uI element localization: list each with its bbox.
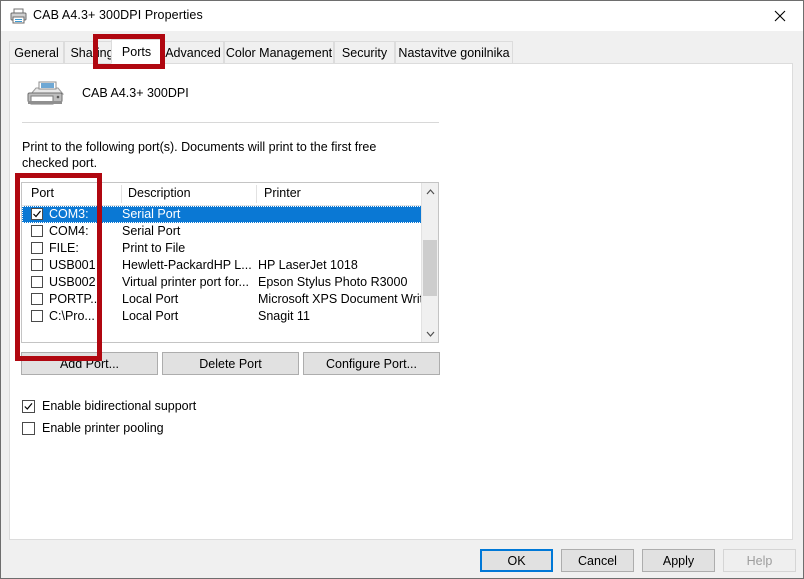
port-name: PORTP... <box>49 292 101 306</box>
cancel-button[interactable]: Cancel <box>561 549 634 572</box>
port-description: Serial Port <box>122 207 180 221</box>
table-row[interactable]: USB002 Virtual printer port for... Epson… <box>22 274 438 291</box>
port-name: COM3: <box>49 207 89 221</box>
port-checkbox[interactable] <box>31 242 43 254</box>
tab-advanced[interactable]: Advanced <box>162 41 224 63</box>
scroll-down-icon[interactable] <box>422 325 438 342</box>
close-icon[interactable] <box>757 1 803 30</box>
column-separator[interactable] <box>121 185 122 203</box>
printer-properties-dialog: CAB A4.3+ 300DPI Properties General Shar… <box>0 0 804 579</box>
title-bar: CAB A4.3+ 300DPI Properties <box>1 1 803 32</box>
checkbox-box <box>22 400 35 413</box>
ok-button[interactable]: OK <box>480 549 553 572</box>
table-row[interactable]: FILE: Print to File <box>22 240 438 257</box>
apply-button[interactable]: Apply <box>642 549 715 572</box>
ports-list-body: COM3: Serial Port COM4: Serial Port FILE… <box>22 206 438 343</box>
ports-list[interactable]: Port Description Printer COM3: Serial Po… <box>21 182 439 343</box>
ports-list-header: Port Description Printer <box>22 183 438 206</box>
checkbox-box <box>22 422 35 435</box>
column-separator[interactable] <box>256 185 257 203</box>
port-description: Local Port <box>122 309 178 323</box>
enable-bidirectional-support-checkbox[interactable]: Enable bidirectional support <box>22 398 196 414</box>
add-port-button[interactable]: Add Port... <box>21 352 158 375</box>
divider <box>22 122 439 123</box>
tab-strip: General Sharing Ports Advanced Color Man… <box>9 39 795 63</box>
port-description: Print to File <box>122 241 185 255</box>
checkbox-label: Enable printer pooling <box>42 421 164 435</box>
port-name: USB002 <box>49 275 96 289</box>
instructions-text: Print to the following port(s). Document… <box>22 139 392 171</box>
port-name: USB001 <box>49 258 96 272</box>
port-name: FILE: <box>49 241 79 255</box>
port-printer: HP LaserJet 1018 <box>258 258 358 272</box>
port-description: Hewlett-PackardHP L... <box>122 258 252 272</box>
port-checkbox[interactable] <box>31 259 43 271</box>
tab-general[interactable]: General <box>9 41 64 63</box>
port-description: Virtual printer port for... <box>122 275 249 289</box>
column-header-printer[interactable]: Printer <box>264 186 301 200</box>
table-row[interactable]: COM4: Serial Port <box>22 223 438 240</box>
configure-port-button[interactable]: Configure Port... <box>303 352 440 375</box>
checkbox-label: Enable bidirectional support <box>42 399 196 413</box>
column-header-port[interactable]: Port <box>31 186 54 200</box>
delete-port-button[interactable]: Delete Port <box>162 352 299 375</box>
port-description: Local Port <box>122 292 178 306</box>
ports-tab-panel: CAB A4.3+ 300DPI Print to the following … <box>9 63 793 540</box>
enable-printer-pooling-checkbox[interactable]: Enable printer pooling <box>22 420 164 436</box>
column-header-description[interactable]: Description <box>128 186 191 200</box>
tab-security[interactable]: Security <box>334 41 395 63</box>
port-name: C:\Pro... <box>49 309 95 323</box>
port-printer: Snagit 11 <box>258 309 310 323</box>
table-row[interactable]: USB001 Hewlett-PackardHP L... HP LaserJe… <box>22 257 438 274</box>
help-button: Help <box>723 549 796 572</box>
printer-name-label: CAB A4.3+ 300DPI <box>82 86 189 100</box>
port-name: COM4: <box>49 224 89 238</box>
ports-list-scrollbar[interactable] <box>421 183 438 342</box>
port-printer: Microsoft XPS Document Write... <box>258 292 439 306</box>
tab-color-management[interactable]: Color Management <box>224 41 334 63</box>
port-description: Serial Port <box>122 224 180 238</box>
port-printer: Epson Stylus Photo R3000 <box>258 275 407 289</box>
scroll-up-icon[interactable] <box>422 183 438 200</box>
printer-icon <box>22 78 66 110</box>
port-checkbox[interactable] <box>31 225 43 237</box>
table-row[interactable]: PORTP... Local Port Microsoft XPS Docume… <box>22 291 438 308</box>
port-checkbox[interactable] <box>31 310 43 322</box>
port-checkbox[interactable] <box>31 293 43 305</box>
table-row[interactable]: COM3: Serial Port <box>22 206 438 223</box>
table-row[interactable]: C:\Pro... Local Port Snagit 11 <box>22 308 438 325</box>
printer-icon <box>10 8 27 24</box>
window-title: CAB A4.3+ 300DPI Properties <box>33 8 203 22</box>
tab-ports[interactable]: Ports <box>111 39 162 64</box>
port-checkbox[interactable] <box>31 208 43 220</box>
tab-nastavitve-gonilnika[interactable]: Nastavitve gonilnika <box>395 41 513 63</box>
port-checkbox[interactable] <box>31 276 43 288</box>
scrollbar-thumb[interactable] <box>423 240 437 296</box>
